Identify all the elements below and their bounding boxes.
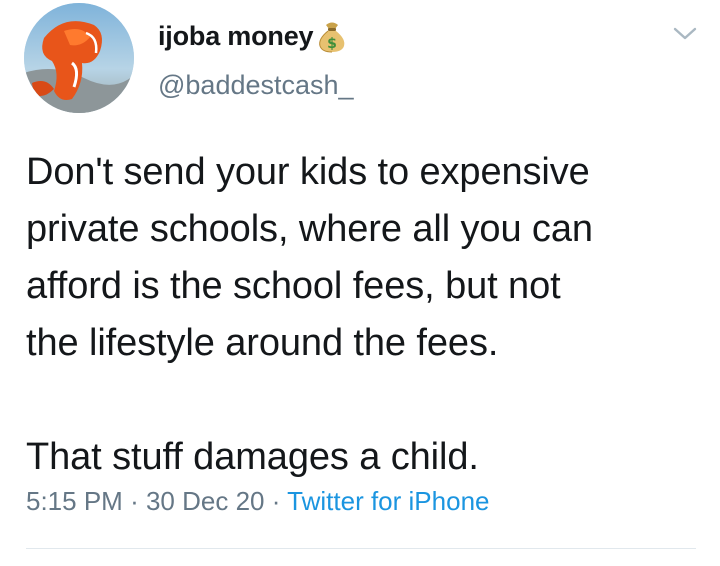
tweet-card: ijoba money $ @baddestcash_ Don't send y… bbox=[0, 0, 720, 566]
avatar-image bbox=[24, 3, 134, 113]
avatar[interactable] bbox=[24, 3, 134, 113]
money-bag-icon: $ bbox=[317, 19, 347, 53]
divider bbox=[26, 548, 696, 549]
display-name[interactable]: ijoba money bbox=[158, 21, 314, 52]
tweet-meta: 5:15 PM · 30 Dec 20 · Twitter for iPhone bbox=[26, 486, 489, 517]
tweet-date[interactable]: 30 Dec 20 bbox=[146, 486, 265, 516]
tweet-text: Don't send your kids to expensive privat… bbox=[26, 144, 706, 486]
user-handle[interactable]: @baddestcash_ bbox=[158, 70, 354, 101]
svg-text:$: $ bbox=[327, 36, 337, 52]
tweet-paragraph-1: Don't send your kids to expensive privat… bbox=[26, 151, 593, 364]
author-name-row[interactable]: ijoba money $ bbox=[158, 16, 347, 56]
tweet-source-link[interactable]: Twitter for iPhone bbox=[287, 486, 489, 516]
meta-separator: · bbox=[130, 486, 139, 516]
meta-separator-2: · bbox=[271, 486, 281, 516]
tweet-time[interactable]: 5:15 PM bbox=[26, 486, 123, 516]
tweet-paragraph-2: That stuff damages a child. bbox=[26, 436, 479, 478]
chevron-down-icon[interactable] bbox=[672, 24, 698, 42]
